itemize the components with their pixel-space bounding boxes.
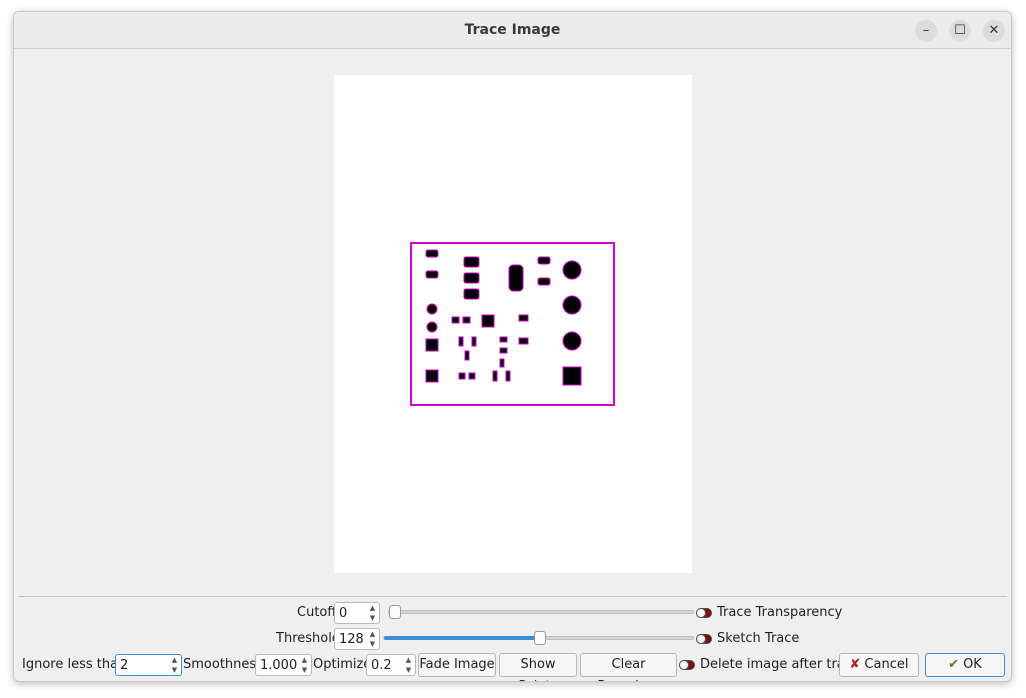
threshold-spinbox[interactable]: 128 ▲ ▼ [334,628,380,650]
clear-boundary-button[interactable]: Clear Boundary [580,653,677,681]
pad [425,270,439,279]
pad [458,372,466,380]
smoothness-spinbox[interactable]: 1.000 ▲ ▼ [255,654,312,676]
pad [537,256,551,265]
pad [426,303,438,315]
pad [463,256,480,268]
smoothness-label: Smoothness [183,657,263,672]
delete-image-toggle[interactable] [679,660,695,670]
cutoff-label: Cutoff [297,605,337,620]
pad [499,347,508,354]
spin-arrows-icon[interactable]: ▲ ▼ [402,655,415,675]
pad [537,277,551,286]
pad [492,370,498,382]
pad [518,337,529,345]
pad [518,314,529,322]
cutoff-slider[interactable] [388,605,694,619]
threshold-value: 128 [339,632,364,647]
pad [508,264,524,292]
ok-button[interactable]: ✔ OK [925,653,1005,677]
separator [18,596,1007,597]
optimize-value: 0.2 [371,658,392,673]
ignore-value: 2 [120,658,129,673]
smoothness-value: 1.000 [260,658,298,673]
threshold-slider[interactable] [383,631,694,645]
trace-image-dialog: Trace Image – ☐ ✕ Cutoff 0 ▲ ▼ Trace Tra… [13,11,1012,682]
trace-preview-svg [410,242,615,406]
pad [425,338,439,352]
spin-arrows-icon[interactable]: ▲ ▼ [366,629,379,649]
fade-image-button[interactable]: Fade Image [418,653,496,677]
pad [562,295,582,315]
trace-transparency-label: Trace Transparency [717,605,843,620]
sketch-trace-label: Sketch Trace [717,631,800,646]
sketch-trace-toggle[interactable] [696,634,712,644]
optimize-label: Optimize [313,657,372,672]
minimize-icon[interactable]: – [915,20,937,42]
pad [562,331,582,351]
ignore-less-than-spinbox[interactable]: 2 ▲ ▼ [115,654,182,676]
checkmark-icon: ✔ [948,657,960,672]
ok-label: OK [963,657,982,672]
pad [425,369,439,383]
x-mark-icon: ✘ [849,657,861,672]
pad [464,350,470,361]
optimize-spinbox[interactable]: 0.2 ▲ ▼ [366,654,416,676]
maximize-icon[interactable]: ☐ [949,20,971,42]
pad [458,336,464,347]
threshold-slider-fill [384,636,540,640]
pad [505,370,511,382]
window-title: Trace Image [464,22,561,38]
title-bar: Trace Image – ☐ ✕ [14,12,1011,49]
spin-arrows-icon[interactable]: ▲ ▼ [366,603,379,623]
trace-transparency-toggle[interactable] [696,608,712,618]
cutoff-spinbox[interactable]: 0 ▲ ▼ [334,602,380,624]
cutoff-value: 0 [339,606,348,621]
cancel-button[interactable]: ✘ Cancel [839,653,919,677]
ignore-less-than-label: Ignore less than [22,657,127,672]
cutoff-slider-handle[interactable] [389,605,401,619]
pad [499,336,508,343]
close-icon[interactable]: ✕ [983,20,1005,42]
pad [499,358,505,368]
spin-arrows-icon[interactable]: ▲ ▼ [168,655,181,675]
pad [463,288,480,300]
cancel-label: Cancel [864,657,909,672]
pad [468,372,476,380]
pad [425,249,439,258]
threshold-slider-handle[interactable] [534,631,546,645]
show-points-button[interactable]: Show Points [499,653,577,681]
pad [462,316,471,324]
pad [562,260,582,280]
pad [562,366,582,386]
pad [471,336,477,347]
delete-image-label: Delete image after trace [700,657,860,672]
pad [481,314,495,328]
image-preview[interactable] [334,75,692,573]
pad [426,321,438,333]
pad [451,316,460,324]
threshold-label: Threshold [276,631,341,646]
pad [463,272,480,284]
spin-arrows-icon[interactable]: ▲ ▼ [298,655,311,675]
